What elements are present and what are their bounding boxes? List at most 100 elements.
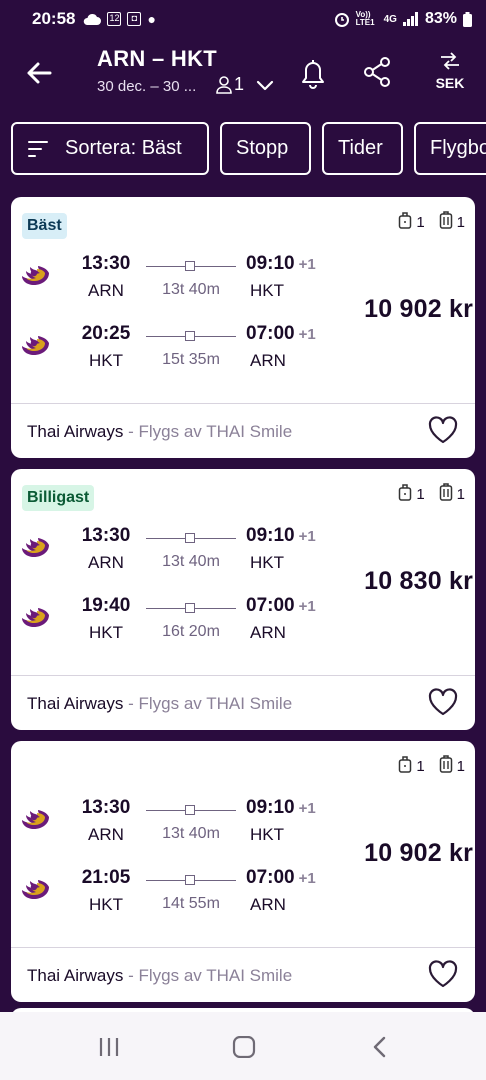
stops-chip[interactable]: Stopp [220, 122, 311, 175]
thai-airways-logo-icon [19, 601, 51, 629]
stop-marker [185, 603, 195, 613]
share-icon[interactable] [362, 56, 392, 88]
stop-marker [185, 805, 195, 815]
flight-duration: 15t 35m [162, 351, 220, 368]
flight-leg: 19:40 07:00 +1 HKT 16t 20m ARN [11, 595, 351, 655]
thai-airways-logo-icon [19, 803, 51, 831]
airlines-chip-label: Flygbo [430, 137, 486, 159]
recent-apps-icon[interactable] [97, 1036, 121, 1058]
cabin-bag-count: 1 [416, 485, 425, 503]
battery-icon [463, 11, 472, 27]
departure-time: 13:30 [81, 797, 131, 818]
card-divider [11, 403, 475, 404]
favorite-heart-icon[interactable] [427, 687, 459, 717]
dot-icon: ● [147, 11, 156, 27]
price: 10 830 kr [364, 567, 473, 595]
destination-code: HKT [250, 553, 284, 572]
cabin-bag-count: 1 [416, 213, 425, 231]
home-icon[interactable] [232, 1036, 256, 1058]
day-offset: +1 [298, 256, 316, 273]
baggage-info: 11 [398, 483, 465, 505]
departure-time: 13:30 [81, 253, 131, 274]
airline-info: Thai Airways - Flygs av THAI Smile [27, 966, 292, 986]
system-back-icon[interactable] [370, 1036, 390, 1058]
operated-by: - Flygs av THAI Smile [128, 694, 293, 713]
arrival-time: 09:10 [246, 253, 295, 274]
currency-code: SEK [435, 75, 465, 91]
arrival-time-group: 09:10 +1 [246, 253, 316, 275]
cloud-icon [84, 13, 102, 25]
system-nav-bar [0, 1012, 486, 1080]
departure-time: 20:25 [81, 323, 131, 344]
checked-bag-icon [439, 483, 453, 505]
chevron-down-icon [256, 80, 274, 90]
departure-time: 19:40 [81, 595, 131, 616]
favorite-heart-icon[interactable] [427, 959, 459, 989]
origin-code: HKT [89, 895, 123, 914]
flight-leg: 13:30 09:10 +1 ARN 13t 40m HKT [11, 253, 351, 313]
stop-marker [185, 261, 195, 271]
favorite-heart-icon[interactable] [427, 415, 459, 445]
passenger-selector[interactable]: 1 [216, 74, 276, 95]
baggage-info: 11 [398, 755, 465, 777]
network-label: 4G [383, 13, 397, 25]
currency-exchange-icon [441, 52, 459, 70]
calendar-icon: 12 [107, 12, 122, 26]
airline-name: Thai Airways [27, 966, 124, 985]
cabin-bag-icon [398, 211, 412, 233]
checked-bag-icon [439, 211, 453, 233]
arrival-time-group: 09:10 +1 [246, 797, 316, 819]
sort-chip-label: Sortera: Bäst [65, 137, 182, 159]
stop-marker [185, 875, 195, 885]
flight-leg: 13:30 09:10 +1 ARN 13t 40m HKT [11, 525, 351, 585]
flight-result-card[interactable]: Bäst 1 1 13:30 09:10 +1 ARN 13t 40m HKT 20:25 07:0… [11, 197, 475, 458]
cabin-bag-count: 1 [416, 757, 425, 775]
times-chip[interactable]: Tider [322, 122, 403, 175]
day-offset: +1 [298, 800, 316, 817]
sort-chip[interactable]: Sortera: Bäst [11, 122, 209, 175]
thai-airways-logo-icon [19, 531, 51, 559]
arrival-time-group: 07:00 +1 [246, 595, 316, 617]
operated-by: - Flygs av THAI Smile [128, 966, 293, 985]
flight-leg: 21:05 07:00 +1 HKT 14t 55m ARN [11, 867, 351, 927]
stops-chip-label: Stopp [236, 137, 289, 159]
arrival-time: 07:00 [246, 595, 295, 616]
thai-airways-logo-icon [19, 329, 51, 357]
origin-code: ARN [88, 281, 124, 300]
flight-result-card[interactable]: 1 1 13:30 09:10 +1 ARN 13t 40m HKT 21:05 07:00 +1 H… [11, 741, 475, 1002]
card-divider [11, 947, 475, 948]
card-divider [11, 675, 475, 676]
arrival-time-group: 07:00 +1 [246, 867, 316, 889]
arrival-time: 07:00 [246, 867, 295, 888]
travel-dates[interactable]: 30 dec. – 30 ... [97, 78, 196, 95]
cabin-bag-icon [398, 483, 412, 505]
destination-code: ARN [250, 895, 286, 914]
back-arrow-icon[interactable] [24, 58, 54, 88]
arrival-time: 09:10 [246, 525, 295, 546]
route-title[interactable]: ARN – HKT [97, 46, 217, 72]
result-badge: Billigast [22, 485, 95, 511]
results-list[interactable]: Bäst 1 1 13:30 09:10 +1 ARN 13t 40m HKT 20:25 07:0… [0, 186, 486, 1012]
baggage-info: 11 [398, 211, 465, 233]
cabin-bag-icon [398, 755, 412, 777]
checked-bag-count: 1 [456, 485, 465, 503]
arrival-time: 07:00 [246, 323, 295, 344]
currency-selector[interactable]: SEK [432, 50, 468, 91]
flight-leg: 20:25 07:00 +1 HKT 15t 35m ARN [11, 323, 351, 383]
app-header: ARN – HKT 30 dec. – 30 ... 1 SEK [0, 38, 486, 110]
destination-code: ARN [250, 623, 286, 642]
departure-time: 21:05 [81, 867, 131, 888]
flight-result-card[interactable]: Billigast 1 1 13:30 09:10 +1 ARN 13t 40m HKT 19:4… [11, 469, 475, 730]
flight-duration: 13t 40m [162, 553, 220, 570]
thai-airways-logo-icon [19, 873, 51, 901]
operated-by: - Flygs av THAI Smile [128, 422, 293, 441]
airlines-chip[interactable]: Flygbo [414, 122, 486, 175]
airline-name: Thai Airways [27, 422, 124, 441]
status-notification-icons: 12 ◘ ● [83, 11, 156, 27]
flight-duration: 13t 40m [162, 825, 220, 842]
departure-time: 13:30 [81, 525, 131, 546]
day-offset: +1 [298, 598, 316, 615]
price-alert-bell-icon[interactable] [297, 56, 329, 90]
person-icon [216, 75, 232, 94]
stop-marker [185, 533, 195, 543]
